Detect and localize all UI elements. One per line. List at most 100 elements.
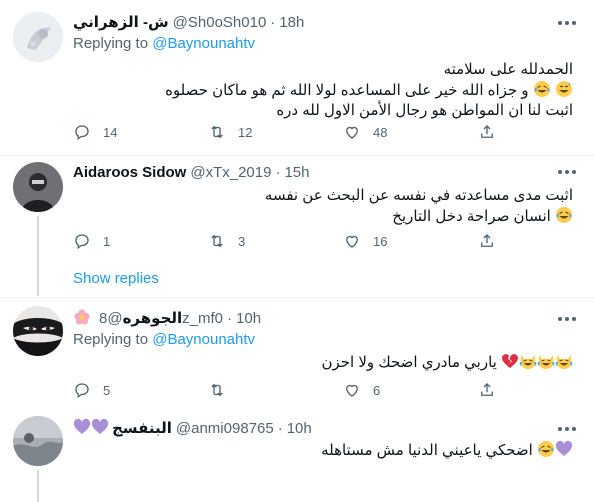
show-replies-link[interactable]: Show replies — [73, 269, 159, 289]
tweet-text: الحمدلله على سلامته و جزاه الله خير على … — [73, 60, 573, 121]
share-button[interactable] — [478, 380, 496, 400]
laughing-cat-emoji-icon — [519, 352, 537, 370]
display-name[interactable]: البنفسج — [73, 418, 172, 437]
replying-to-prefix: Replying to — [73, 331, 153, 348]
replying-to: Replying to @Baynounahtv — [73, 330, 255, 350]
avatar[interactable] — [13, 162, 63, 212]
tweet-actions: 14 12 48 — [73, 122, 503, 142]
tweet-text: اثبت مدى مساعدته في نفسه عن البحث عن نفس… — [73, 186, 573, 227]
share-icon — [481, 234, 493, 247]
like-button[interactable]: 6 — [343, 380, 380, 400]
like-button[interactable]: 48 — [343, 122, 387, 142]
like-count: 48 — [373, 124, 388, 140]
display-name[interactable]: الجوهره — [73, 308, 183, 327]
tweet-header: ش- الزهراني @Sh0oSh010 · 18h — [73, 12, 304, 34]
tweet-header: الجوهره@8z_mf0 · 10h — [73, 308, 261, 330]
tweet-text: اضحكي ياعيني الدنيا مش مستاهله — [73, 440, 573, 461]
retweet-count: 12 — [238, 124, 253, 140]
more-options-icon[interactable] — [558, 21, 576, 27]
tweet[interactable]: البنفسج @anmi098765 · 10h اضحكي ياعيني الدن… — [0, 412, 594, 502]
tweet[interactable]: Aidaroos Sidow @xTx_2019 · 15h اثبت مدى مسا… — [0, 156, 594, 296]
heart-icon — [346, 126, 358, 139]
reply-icon — [75, 234, 89, 250]
purple-heart-emoji-icon — [73, 418, 91, 436]
more-options-icon[interactable] — [558, 427, 576, 433]
tweet-line: ياربي مادري اضحك ولا احزن — [73, 352, 573, 373]
like-count: 6 — [373, 382, 381, 398]
tweet-line: و جزاه الله خير على المساعده لولا الله ث… — [73, 80, 573, 101]
tweet-header: Aidaroos Sidow @xTx_2019 · 15h — [73, 162, 309, 184]
display-name[interactable]: Aidaroos Sidow — [73, 164, 186, 181]
share-icon — [481, 125, 493, 138]
timestamp[interactable]: 10h — [236, 310, 261, 327]
retweet-icon — [211, 125, 223, 139]
avatar[interactable] — [13, 416, 63, 466]
like-button[interactable]: 16 — [343, 231, 387, 251]
retweet-button[interactable]: 12 — [208, 122, 252, 142]
tweet-line-text: انسان صراحة دخل التاريخ — [392, 208, 551, 225]
avatar[interactable] — [13, 306, 63, 356]
broken-heart-emoji-icon — [501, 352, 519, 370]
tweet-line: اثبت لنا ان المواطن هو رجال الأمن الاول … — [276, 102, 573, 119]
thread-line — [37, 216, 39, 296]
avatar[interactable] — [13, 12, 63, 62]
like-count: 16 — [373, 233, 388, 249]
share-button[interactable] — [478, 231, 496, 251]
user-handle[interactable]: @anmi098765 — [176, 420, 274, 437]
reply-count: 5 — [103, 382, 111, 398]
separator-dot: · — [270, 14, 276, 31]
share-icon — [481, 383, 493, 396]
purple-heart-emoji-icon — [555, 440, 573, 458]
display-name[interactable]: ش- الزهراني — [73, 14, 169, 31]
tweet-line: اضحكي ياعيني الدنيا مش مستاهله — [73, 440, 573, 461]
reply-count: 1 — [103, 233, 111, 249]
retweet-button[interactable]: 3 — [208, 231, 245, 251]
tweet-line: اثبت مدى مساعدته في نفسه عن البحث عن نفس… — [264, 187, 573, 204]
retweet-icon — [211, 383, 223, 397]
joy-emoji-icon — [555, 206, 573, 224]
timestamp[interactable]: 15h — [284, 164, 309, 181]
reply-button[interactable]: 5 — [73, 380, 110, 400]
tweet-header: البنفسج @anmi098765 · 10h — [73, 418, 312, 440]
tweet[interactable]: ش- الزهراني @Sh0oSh010 · 18h Replying to @B… — [0, 0, 594, 155]
replying-to: Replying to @Baynounahtv — [73, 34, 255, 54]
retweet-icon — [211, 234, 223, 248]
reply-button[interactable]: 1 — [73, 231, 110, 251]
user-handle[interactable]: @xTx_2019 — [190, 164, 271, 181]
replying-to-link[interactable]: @Baynounahtv — [152, 331, 255, 348]
reply-icon — [75, 383, 89, 399]
tweet-actions: 5 6 — [73, 380, 503, 400]
joy-emoji-icon — [533, 80, 551, 98]
share-button[interactable] — [478, 122, 496, 142]
tweet[interactable]: الجوهره@8z_mf0 · 10h Replying to @Baynouna… — [0, 298, 594, 412]
replying-to-link[interactable]: @Baynounahtv — [152, 35, 255, 52]
replying-to-prefix: Replying to — [73, 35, 153, 52]
more-options-icon[interactable] — [558, 317, 576, 323]
reply-count: 14 — [103, 124, 118, 140]
joy-emoji-icon — [537, 440, 555, 458]
tweet-line-text: و جزاه الله خير على المساعده لولا الله ث… — [165, 82, 529, 99]
flower-emoji-icon — [73, 308, 91, 326]
user-handle[interactable]: @Sh0oSh010 — [173, 14, 267, 31]
sweat-smile-emoji-icon — [555, 80, 573, 98]
laughing-cat-emoji-icon — [555, 352, 573, 370]
timestamp[interactable]: 10h — [287, 420, 312, 437]
separator-dot: · — [275, 164, 281, 181]
purple-heart-emoji-icon — [91, 418, 109, 436]
tweet-line-text: ياربي مادري اضحك ولا احزن — [321, 354, 497, 371]
retweet-button[interactable] — [208, 380, 238, 400]
heart-icon — [346, 235, 358, 248]
display-name-text: الجوهره — [122, 310, 183, 327]
more-options-icon[interactable] — [558, 170, 576, 176]
laughing-cat-emoji-icon — [537, 352, 555, 370]
tweet-text: ياربي مادري اضحك ولا احزن — [73, 352, 573, 373]
timestamp[interactable]: 18h — [279, 14, 304, 31]
tweet-actions: 1 3 16 — [73, 231, 503, 251]
display-name-text: البنفسج — [112, 420, 172, 437]
reply-button[interactable]: 14 — [73, 122, 117, 142]
tweet-line: الحمدلله على سلامته — [443, 61, 573, 78]
separator-dot: · — [227, 310, 233, 327]
tweet-line: انسان صراحة دخل التاريخ — [73, 206, 573, 227]
separator-dot: · — [277, 420, 283, 437]
reply-icon — [75, 125, 89, 141]
